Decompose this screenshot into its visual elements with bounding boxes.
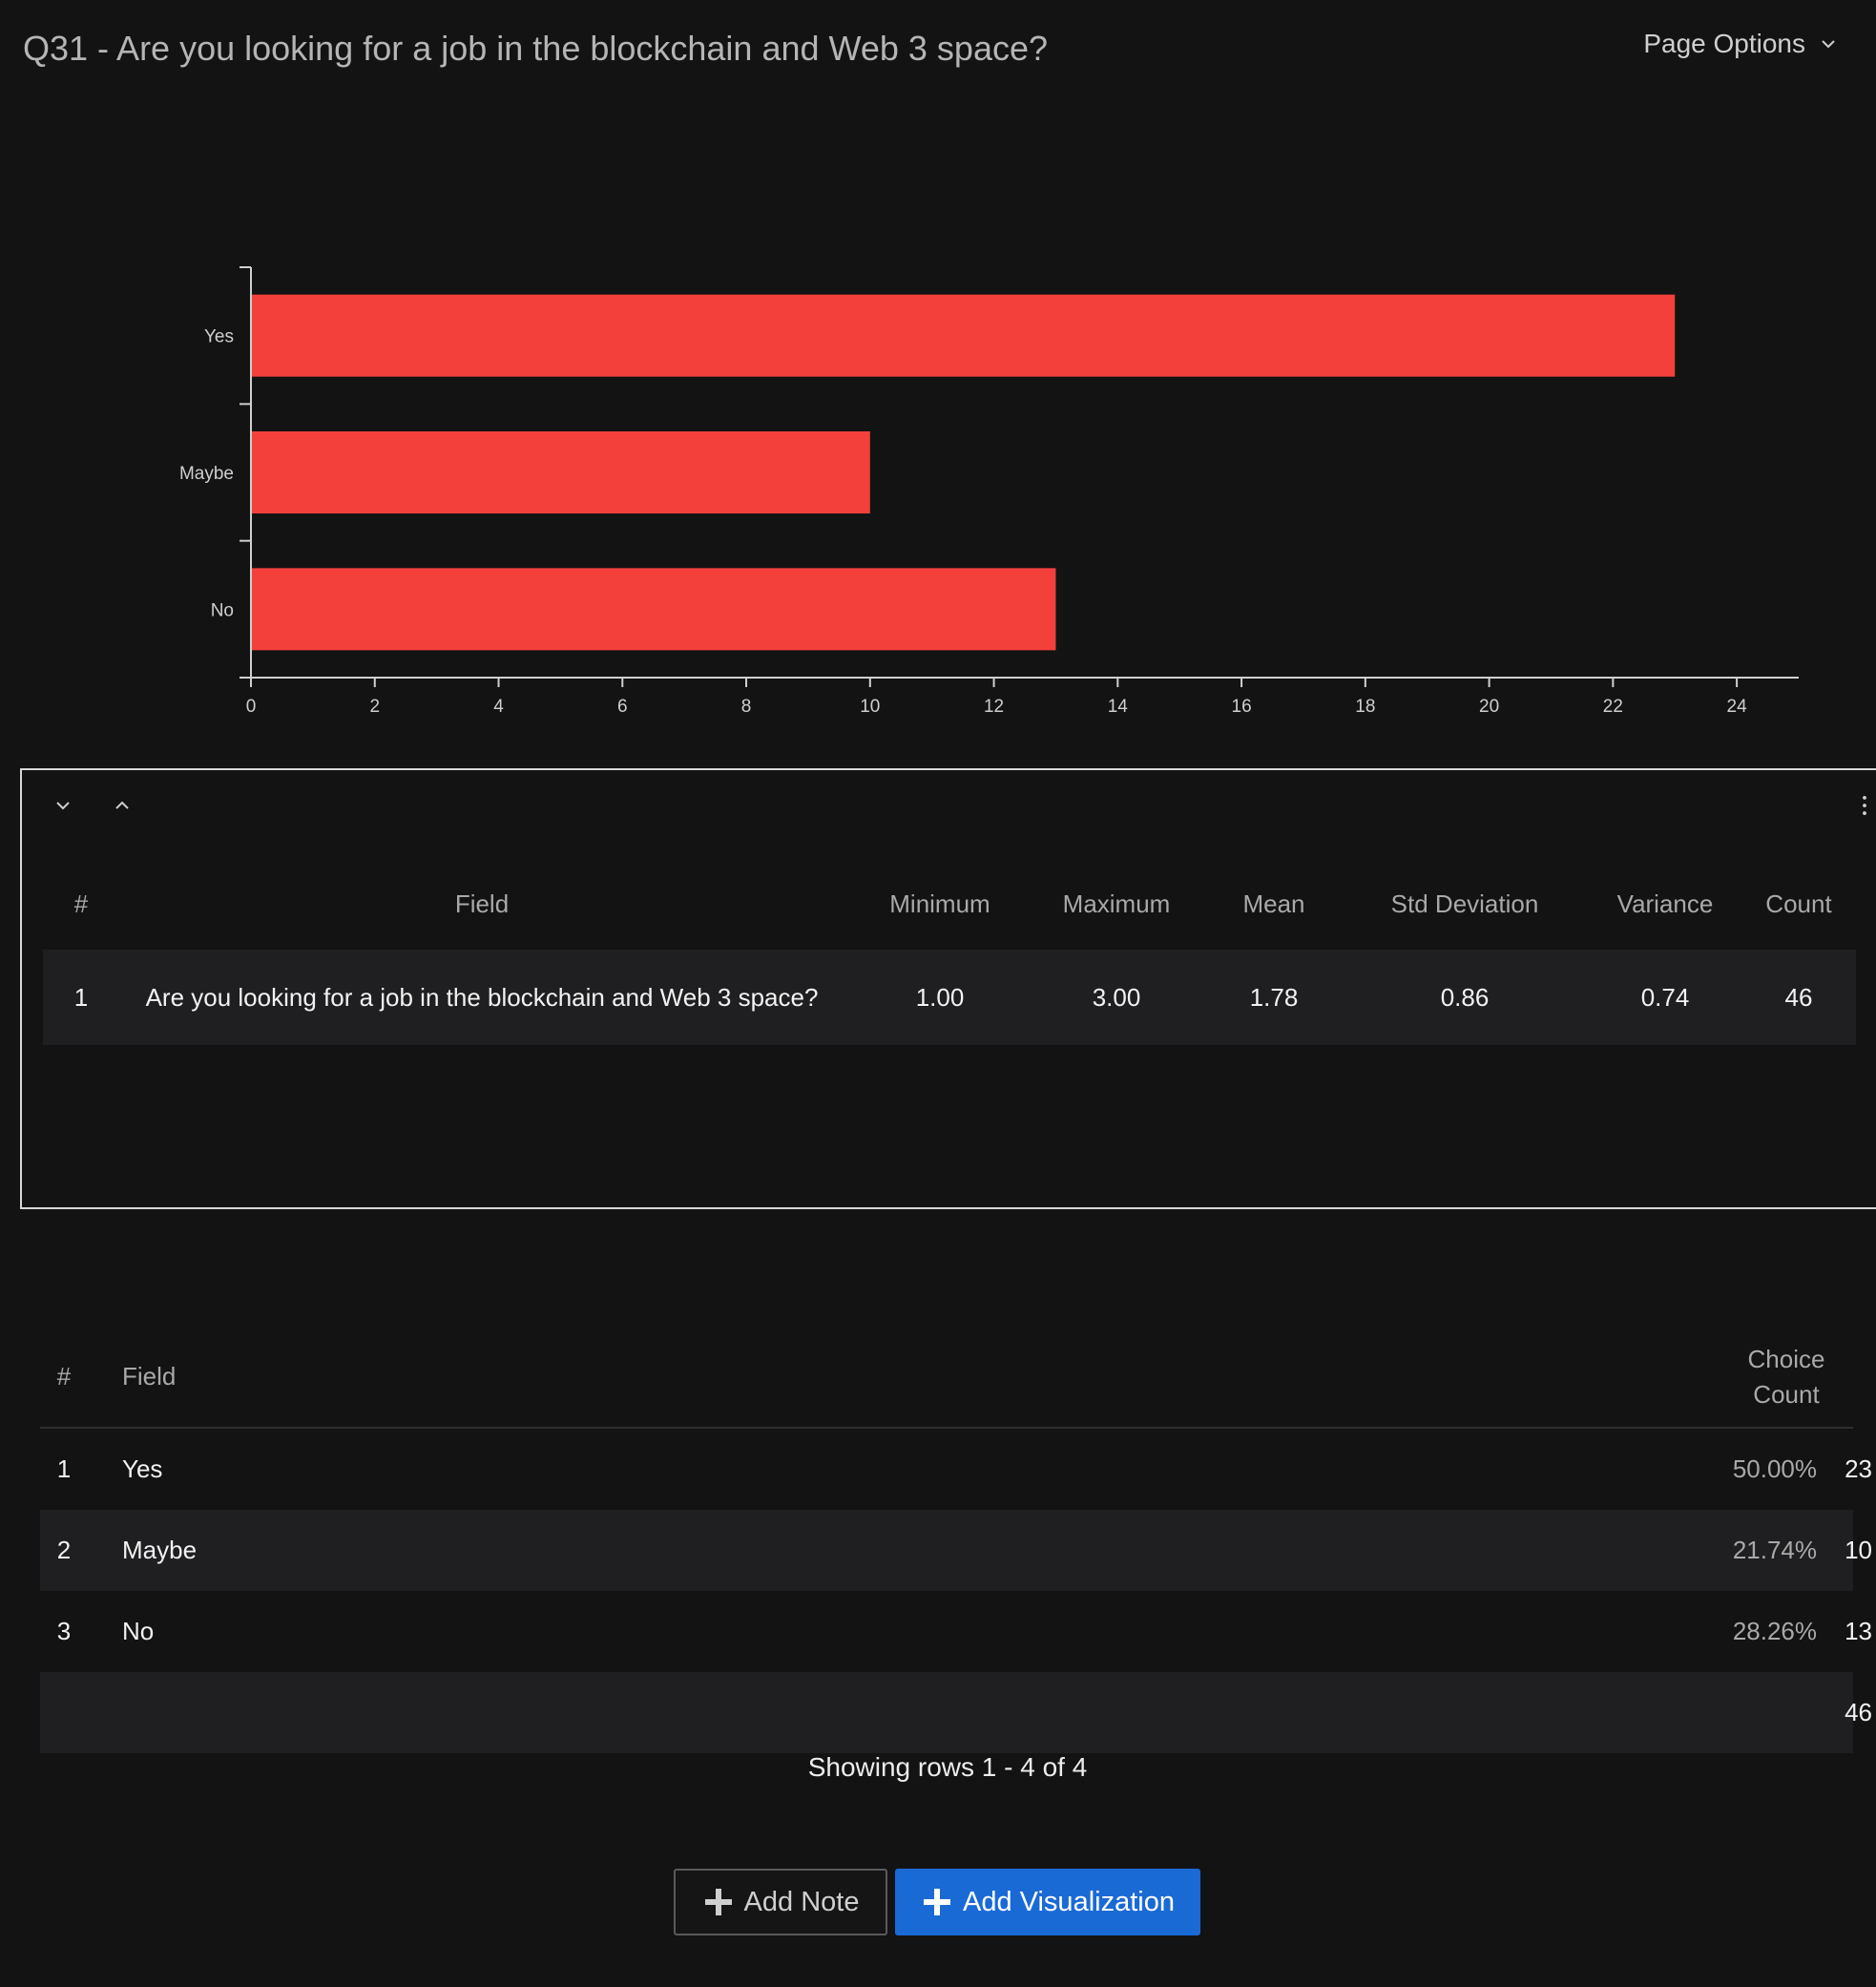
col-maximum: Maximum — [1062, 889, 1171, 918]
row-percentage: 50.00% — [1732, 1454, 1817, 1483]
x-tick-label: 10 — [860, 697, 880, 717]
table-row: 1 Are you looking for a job in the block… — [43, 950, 1856, 1045]
chevron-down-icon — [56, 802, 70, 810]
bar-yes — [251, 294, 1676, 377]
table-row: 2 Maybe 21.74% 10 — [40, 1510, 1872, 1591]
row-field: Are you looking for a job in the blockch… — [145, 982, 819, 1012]
row-number: 2 — [56, 1536, 72, 1564]
row-maximum: 3.00 — [1092, 982, 1141, 1012]
row-count: 10 — [1845, 1536, 1872, 1564]
col-number: # — [56, 1362, 72, 1391]
bar-no — [251, 568, 1056, 651]
col-mean: Mean — [1242, 889, 1305, 918]
y-tick-label: Yes — [204, 327, 234, 347]
col-variance: Variance — [1616, 889, 1714, 918]
add-visualization-label: Add Visualization — [963, 1886, 1175, 1917]
row-number: 3 — [56, 1617, 72, 1645]
x-tick-label: 12 — [984, 697, 1004, 717]
bar-chart: YesMaybeNo0 2 4 6 8 10 12 14 16 18 20 22 24 — [179, 266, 1799, 717]
total-row: 46 — [40, 1672, 1872, 1753]
row-count: 46 — [1784, 982, 1813, 1012]
plus-icon — [924, 1889, 951, 1915]
x-tick-label: 20 — [1479, 697, 1499, 717]
row-number: 1 — [73, 982, 89, 1012]
panel-menu-button[interactable] — [1848, 789, 1876, 822]
row-field: Maybe — [122, 1536, 198, 1564]
summary-statistics-panel: # Field Minimum Maximum Mean Std Deviati… — [20, 768, 1876, 1209]
expand-button[interactable] — [106, 789, 138, 822]
page-options-label: Page Options — [1643, 29, 1805, 58]
x-tick-label: 22 — [1603, 697, 1623, 717]
col-field: Field — [454, 889, 510, 918]
row-number: 1 — [56, 1454, 72, 1483]
row-count: 13 — [1845, 1617, 1872, 1645]
add-visualization-button[interactable]: Add Visualization — [895, 1869, 1200, 1935]
bar-maybe — [251, 431, 870, 513]
table-row: 1 Yes 50.00% 23 — [40, 1429, 1872, 1510]
x-tick-label: 16 — [1232, 697, 1252, 717]
x-tick-label: 14 — [1108, 697, 1129, 717]
row-mean: 1.78 — [1249, 982, 1299, 1012]
row-percentage: 28.26% — [1732, 1617, 1817, 1645]
stats-table-header: # Field Minimum Maximum Mean Std Deviati… — [43, 866, 1856, 942]
more-vertical-icon — [1863, 796, 1866, 815]
col-count: Count — [1765, 889, 1832, 918]
chevron-up-icon — [115, 801, 129, 809]
table-row: 3 No 28.26% 13 — [40, 1591, 1872, 1672]
col-choice-count-line2: Count — [1753, 1379, 1820, 1409]
col-number: # — [73, 889, 89, 918]
chevron-down-icon — [1822, 40, 1835, 49]
total-count: 46 — [1845, 1698, 1872, 1726]
collapse-button[interactable] — [47, 789, 79, 822]
row-minimum: 1.00 — [915, 982, 965, 1012]
x-tick-label: 24 — [1727, 697, 1748, 717]
row-percentage: 21.74% — [1732, 1536, 1817, 1564]
x-tick-label: 4 — [493, 697, 504, 717]
row-std-deviation: 0.86 — [1440, 982, 1490, 1012]
row-variance: 0.74 — [1640, 982, 1690, 1012]
pagination-status: Showing rows 1 - 4 of 4 — [807, 1752, 1088, 1782]
add-note-label: Add Note — [743, 1886, 860, 1917]
x-tick-label: 18 — [1355, 697, 1375, 717]
choice-table-header: # Field Choice Count — [40, 1327, 1853, 1429]
x-tick-label: 0 — [246, 697, 257, 717]
col-std-deviation: Std Deviation — [1390, 889, 1539, 918]
y-tick-label: Maybe — [179, 464, 234, 484]
y-tick-label: No — [211, 600, 234, 620]
add-note-button[interactable]: Add Note — [674, 1869, 887, 1935]
x-tick-label: 2 — [369, 697, 380, 717]
page-title: Q31 - Are you looking for a job in the b… — [23, 29, 1049, 68]
row-field: No — [122, 1617, 155, 1645]
plus-icon — [704, 1889, 732, 1915]
page-options-button[interactable]: Page Options — [1643, 29, 1838, 59]
col-field: Field — [122, 1362, 177, 1391]
col-choice-count: Choice Count — [1700, 1327, 1872, 1427]
x-tick-label: 6 — [617, 697, 628, 717]
col-minimum: Minimum — [889, 889, 990, 918]
col-choice-count-line1: Choice — [1747, 1344, 1825, 1373]
row-count: 23 — [1845, 1454, 1872, 1483]
row-field: Yes — [122, 1454, 163, 1483]
x-tick-label: 8 — [741, 697, 752, 717]
